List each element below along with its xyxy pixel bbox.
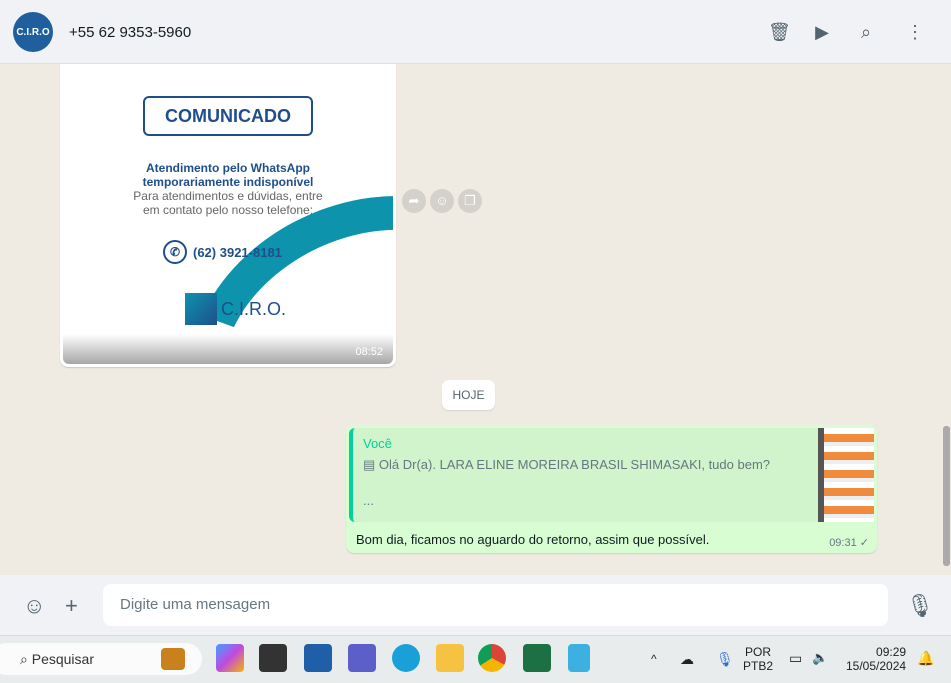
phone-icon: ✆	[163, 240, 187, 264]
copilot-icon[interactable]	[216, 644, 244, 672]
clock[interactable]: 09:29 15/05/2024	[846, 645, 906, 673]
search-icon: ⌕	[20, 651, 32, 667]
emoji-icon[interactable]: ☺	[23, 593, 45, 619]
announcement-line: Atendimento pelo WhatsApp	[146, 161, 310, 175]
language-indicator[interactable]: POR PTB2	[743, 645, 773, 673]
message-input[interactable]: Digite uma mensagem	[103, 584, 888, 626]
time: 09:29	[876, 645, 907, 659]
logo-text: C.I.R.O.	[221, 298, 287, 319]
announcement-badge: COMUNICADO	[143, 96, 313, 136]
label-icon[interactable]: ▶	[812, 22, 832, 42]
quote-text-content: Olá Dr(a). LARA ELINE MOREIRA BRASIL SHI…	[378, 457, 771, 472]
quote-thumbnail	[818, 428, 874, 522]
briefcase-icon[interactable]	[161, 648, 185, 670]
notification-bell-icon[interactable]: 🔔	[917, 650, 934, 667]
phone-number: (62) 3921-8181	[193, 244, 282, 260]
forward-icon[interactable]: ➦	[402, 189, 426, 213]
search-icon[interactable]: ⌕	[856, 22, 876, 42]
chevron-up-icon[interactable]: ^	[651, 652, 657, 666]
cloud-off-icon[interactable]: ☁	[680, 651, 694, 668]
message-time: 09:31	[829, 537, 857, 549]
edge-icon[interactable]	[392, 644, 420, 672]
search-label: Pesquisar	[31, 651, 94, 667]
menu-icon[interactable]: ⋮	[905, 22, 925, 42]
copy-icon[interactable]: ❐	[458, 189, 482, 213]
volume-icon[interactable]: 🔈	[812, 650, 828, 666]
announcement-line: em contato pelo nosso telefone:	[142, 203, 314, 217]
emoji-react-icon[interactable]: ☺	[430, 189, 454, 213]
outgoing-message[interactable]: Você ▤ Olá Dr(a). LARA ELINE MOREIRA BRA…	[346, 425, 877, 553]
folder-icon[interactable]	[436, 644, 464, 672]
contact-name[interactable]: +55 62 9353-5960	[69, 24, 191, 41]
microphone-icon[interactable]: 🎙	[906, 593, 934, 619]
taskbar: ⌕ Pesquisar ^ ☁ 🎙 POR PTB2 ▭ 🔈 09:29 15/05…	[0, 635, 951, 683]
teams-icon[interactable]	[348, 644, 376, 672]
avatar[interactable]: C.I.R.O	[13, 12, 53, 52]
scrollbar[interactable]	[943, 426, 950, 566]
announcement-line: temporariamente indisponível	[142, 175, 314, 189]
notepad-icon[interactable]	[568, 644, 590, 672]
image-message[interactable]: COMUNICADO Atendimento pelo WhatsApp tem…	[60, 64, 396, 367]
lang-code: POR	[745, 645, 772, 659]
lang-layout: PTB2	[743, 659, 774, 673]
trash-icon[interactable]: 🗑	[768, 22, 791, 42]
message-meta: 09:31 ✓	[829, 536, 869, 549]
microphone-icon[interactable]: 🎙	[716, 651, 734, 668]
excel-icon[interactable]	[523, 644, 551, 672]
message-actions: ➦ ☺ ❐	[402, 189, 482, 213]
check-icon: ✓	[859, 537, 869, 549]
ciro-logo: C.I.R.O.	[185, 293, 286, 325]
day-divider: HOJE	[442, 380, 495, 410]
chat-header: C.I.R.O +55 62 9353-5960 🗑 ▶ ⌕ ⋮	[0, 0, 951, 64]
quote-author: Você	[363, 436, 392, 451]
network-icon[interactable]: ▭	[789, 650, 802, 667]
message-text: Bom dia, ficamos no aguardo do retorno, …	[356, 532, 710, 547]
message-time: 08:52	[355, 346, 383, 358]
quote-text: ▤ Olá Dr(a). LARA ELINE MOREIRA BRASIL S…	[363, 457, 864, 473]
document-icon: ▤	[363, 457, 379, 472]
quoted-message[interactable]: Você ▤ Olá Dr(a). LARA ELINE MOREIRA BRA…	[349, 428, 874, 522]
attach-plus-icon[interactable]: +	[65, 593, 78, 619]
announcement-phone: ✆ (62) 3921-8181	[163, 240, 282, 264]
composer: ☺ + Digite uma mensagem 🎙	[0, 575, 951, 635]
store-icon[interactable]	[304, 644, 332, 672]
message-list: COMUNICADO Atendimento pelo WhatsApp tem…	[0, 64, 951, 575]
announcement-line: Para atendimentos e dúvidas, entre	[133, 189, 323, 203]
quote-more: ...	[363, 493, 374, 508]
chrome-icon[interactable]	[478, 644, 506, 672]
date: 15/05/2024	[846, 659, 907, 673]
announcement-image[interactable]: COMUNICADO Atendimento pelo WhatsApp tem…	[63, 64, 393, 364]
app-icon[interactable]	[259, 644, 287, 672]
